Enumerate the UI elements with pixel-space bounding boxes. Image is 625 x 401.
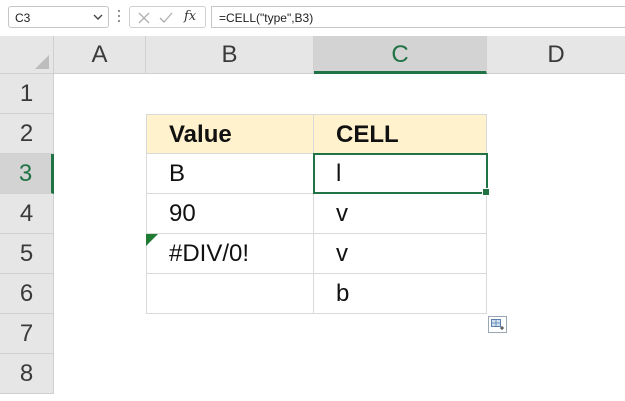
error-indicator-icon[interactable] xyxy=(146,234,158,246)
formula-text: =CELL("type",B3) xyxy=(219,11,314,25)
row-header-3[interactable]: 3 xyxy=(0,154,54,194)
table-cell-c5[interactable]: v xyxy=(314,234,487,274)
table-cell-c4[interactable]: v xyxy=(314,194,487,234)
table-cell-b5[interactable]: #DIV/0! xyxy=(146,234,314,274)
name-box[interactable]: C3 xyxy=(8,6,109,28)
column-header-b[interactable]: B xyxy=(146,36,314,74)
name-box-value: C3 xyxy=(15,11,31,25)
table-header-value[interactable]: Value xyxy=(146,114,314,154)
formula-input[interactable]: =CELL("type",B3) xyxy=(211,6,625,28)
fill-handle[interactable] xyxy=(482,188,490,196)
row-header-8[interactable]: 8 xyxy=(0,354,54,394)
row-header-4[interactable]: 4 xyxy=(0,194,54,234)
column-header-d[interactable]: D xyxy=(487,36,625,74)
active-cell-selection xyxy=(313,153,490,196)
row-header-2[interactable]: 2 xyxy=(0,114,54,154)
column-header-c[interactable]: C xyxy=(314,36,487,74)
insert-function-icon[interactable]: fx xyxy=(184,9,196,24)
column-header-a[interactable]: A xyxy=(54,36,146,74)
row-header-6[interactable]: 6 xyxy=(0,274,54,314)
more-options-icon[interactable] xyxy=(117,10,121,24)
quick-analysis-icon xyxy=(491,319,504,330)
row-header-1[interactable]: 1 xyxy=(0,74,54,114)
row-header-7[interactable]: 7 xyxy=(0,314,54,354)
formula-bar: C3 fx =CELL("type",B3) xyxy=(0,0,625,36)
quick-analysis-button[interactable] xyxy=(488,316,507,333)
table-cell-b6[interactable] xyxy=(146,274,314,314)
row-header-5[interactable]: 5 xyxy=(0,234,54,274)
formula-actions: fx xyxy=(129,6,206,28)
select-all-button[interactable] xyxy=(0,36,54,74)
table-cell-b3[interactable]: B xyxy=(146,154,314,194)
enter-check-icon[interactable] xyxy=(158,10,174,26)
table-header-cell[interactable]: CELL xyxy=(314,114,487,154)
cancel-icon[interactable] xyxy=(136,10,152,26)
chevron-down-icon[interactable] xyxy=(93,13,103,21)
table-cell-b4[interactable]: 90 xyxy=(146,194,314,234)
table-cell-c6[interactable]: b xyxy=(314,274,487,314)
